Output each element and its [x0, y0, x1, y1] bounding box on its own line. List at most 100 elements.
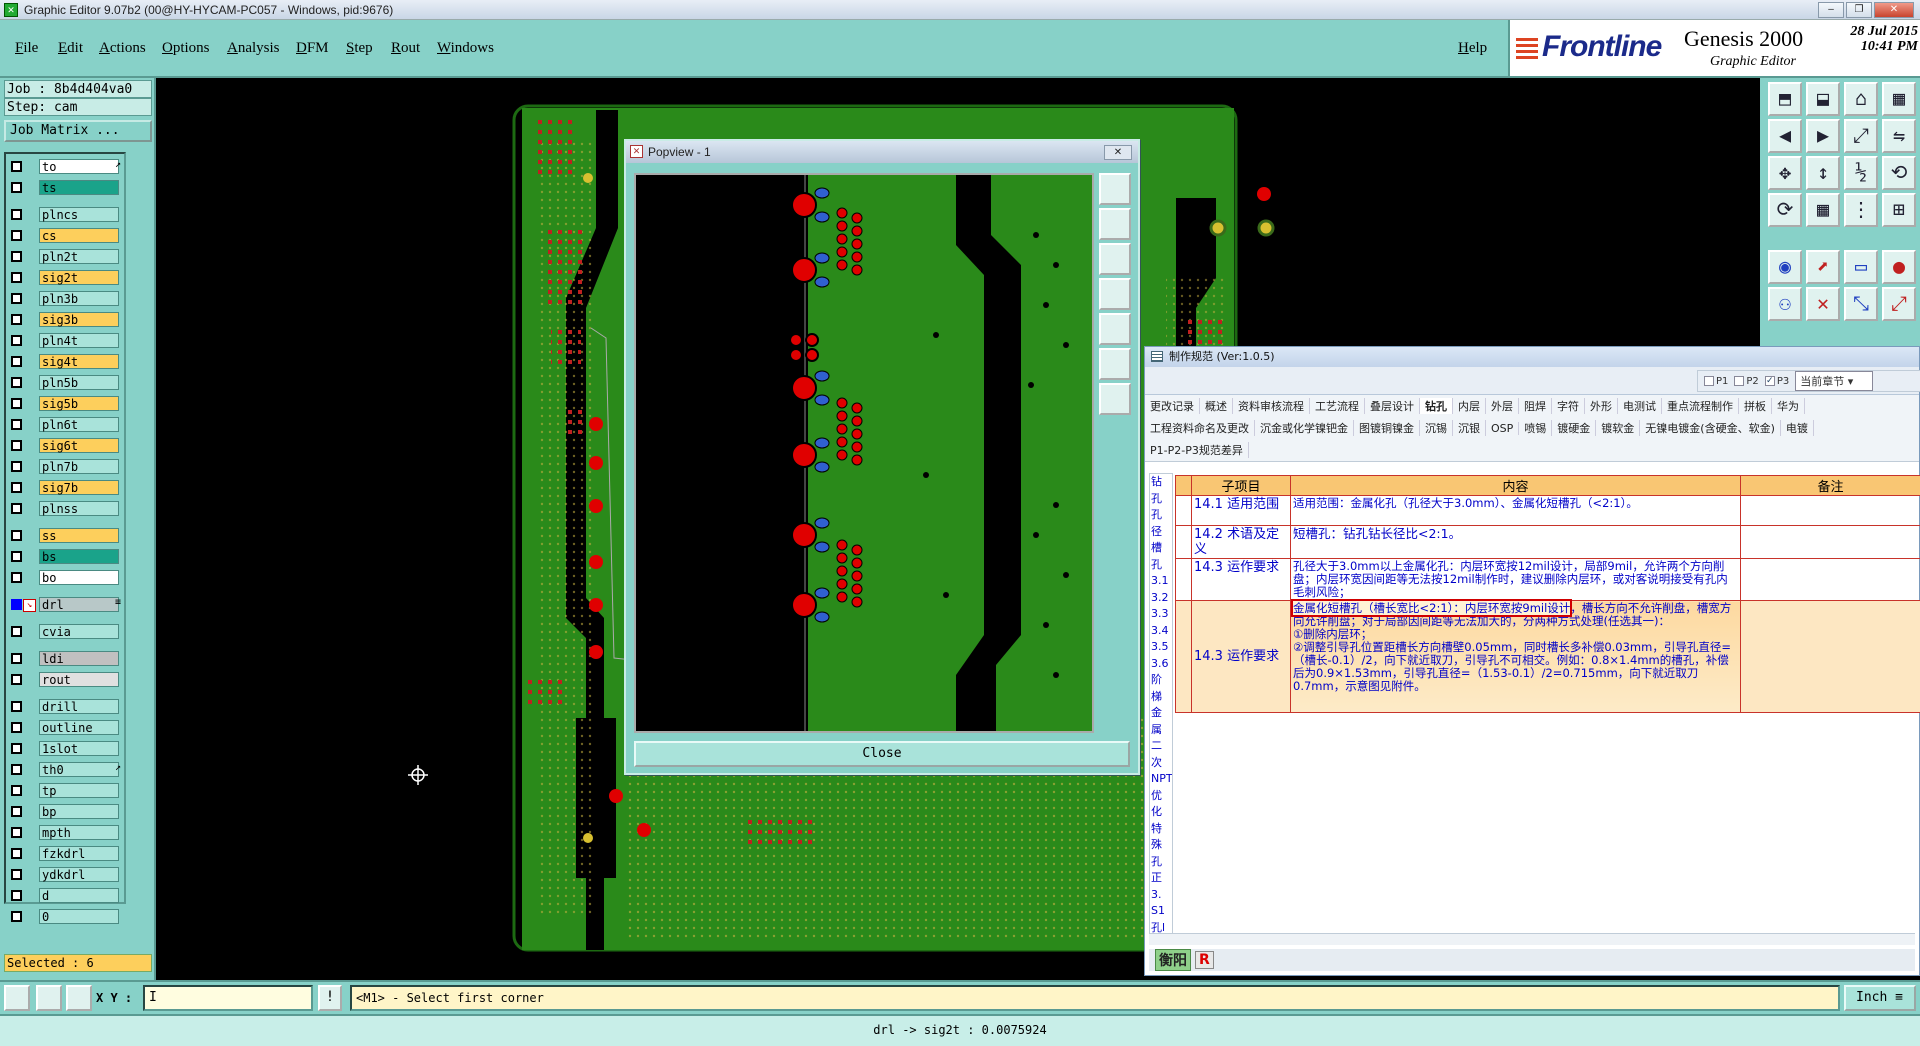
tab-tabs_row1-5[interactable]: 钻孔: [1420, 398, 1453, 414]
p1-checkbox[interactable]: [1704, 375, 1714, 386]
tab-tabs_row2-2[interactable]: 图镀铜镍金: [1354, 420, 1420, 436]
layer-checkbox[interactable]: [11, 251, 22, 262]
layer-row[interactable]: bo: [6, 567, 124, 588]
layer-row[interactable]: rout: [6, 669, 124, 690]
record-icon[interactable]: ●: [1882, 250, 1916, 284]
layer-name[interactable]: sig3b: [39, 312, 119, 327]
layer-name[interactable]: ldi: [39, 651, 119, 666]
chapter-list[interactable]: 钻孔孔径槽孔3.13.23.33.43.53.6阶梯金属二次NPTH优化特殊孔正…: [1149, 473, 1173, 943]
layer-name[interactable]: sig2t: [39, 270, 119, 285]
pan-right-icon[interactable]: [1099, 313, 1131, 345]
layer-name[interactable]: pln3b: [39, 291, 119, 306]
chapter-item[interactable]: 优化: [1151, 788, 1172, 821]
chapter-item[interactable]: 3.: [1151, 887, 1172, 904]
layer-checkbox[interactable]: [11, 572, 22, 583]
layer-row[interactable]: sig4t: [6, 351, 124, 372]
layer-checkbox[interactable]: [11, 701, 22, 712]
zoom-home-icon[interactable]: [1099, 173, 1131, 205]
chapter-item[interactable]: 正: [1151, 870, 1172, 887]
layer-checkbox[interactable]: [11, 182, 22, 193]
tab-tabs_row2-10[interactable]: 电镀: [1781, 420, 1814, 436]
layer-checkbox[interactable]: [11, 551, 22, 562]
table-horizontal-scrollbar[interactable]: [1149, 933, 1915, 945]
chapter-item[interactable]: 3.2: [1151, 590, 1172, 607]
layer-checkbox[interactable]: [11, 722, 22, 733]
layer-checkbox[interactable]: [11, 599, 22, 610]
layer-row[interactable]: ts: [6, 177, 124, 198]
ratio-icon[interactable]: ½: [1844, 156, 1878, 190]
table-row[interactable]: 14.2 术语及定义 短槽孔：钻孔钻长径比<2:1。: [1175, 525, 1920, 559]
job-matrix-button[interactable]: Job Matrix ...: [4, 120, 152, 142]
menu-windows[interactable]: Windows: [437, 40, 494, 57]
layer-row[interactable]: d: [6, 885, 124, 906]
tab-tabs_row1-12[interactable]: 重点流程制作: [1662, 398, 1739, 414]
tab-tabs_row1-11[interactable]: 电测试: [1618, 398, 1662, 414]
snapshot-icon[interactable]: ▦: [1882, 82, 1916, 116]
layer-row[interactable]: plnss: [6, 498, 124, 519]
tab-tabs_row1-4[interactable]: 叠层设计: [1365, 398, 1420, 414]
layer-checkbox[interactable]: [11, 827, 22, 838]
layer-row[interactable]: cs: [6, 225, 124, 246]
tab-tabs_row2-4[interactable]: 沉银: [1453, 420, 1486, 436]
tab-tabs_row1-10[interactable]: 外形: [1585, 398, 1618, 414]
chapter-item[interactable]: 金属: [1151, 705, 1172, 738]
zoom-in-icon[interactable]: [1099, 208, 1131, 240]
filter-p2[interactable]: P2: [1734, 375, 1759, 387]
tab-tabs_row2-0[interactable]: 工程资料命名及更改: [1145, 420, 1255, 436]
layer-name[interactable]: bs: [39, 549, 119, 564]
open-icon[interactable]: ⬒: [1768, 82, 1802, 116]
layer-checkbox[interactable]: [11, 398, 22, 409]
layer-row[interactable]: pln5b: [6, 372, 124, 393]
layer-checkbox[interactable]: [11, 419, 22, 430]
save-icon[interactable]: ⬓: [1806, 82, 1840, 116]
tab-tabs_row2-3[interactable]: 沉锡: [1420, 420, 1453, 436]
layer-row[interactable]: fzkdrl: [6, 843, 124, 864]
tab-tabs_row1-3[interactable]: 工艺流程: [1310, 398, 1365, 414]
chapter-item[interactable]: 3.1: [1151, 573, 1172, 590]
layer-row[interactable]: ldi: [6, 648, 124, 669]
ruler-icon[interactable]: ▭: [1844, 250, 1878, 284]
layer-row[interactable]: sig5b: [6, 393, 124, 414]
home-icon[interactable]: ⌂: [1844, 82, 1878, 116]
popview-titlebar[interactable]: ✕ Popview - 1 ✕: [626, 141, 1138, 163]
tab-tabs_row1-9[interactable]: 字符: [1552, 398, 1585, 414]
layer-checkbox[interactable]: [11, 806, 22, 817]
layer-row[interactable]: pln4t: [6, 330, 124, 351]
layer-name[interactable]: drl: [39, 597, 119, 612]
connect-icon[interactable]: ⤡: [1844, 287, 1878, 321]
chapter-item[interactable]: 特殊: [1151, 821, 1172, 854]
chapter-item[interactable]: NPTH: [1151, 771, 1172, 788]
tab-tabs_row2-7[interactable]: 镀硬金: [1552, 420, 1597, 436]
route-icon[interactable]: ⚇: [1768, 287, 1802, 321]
redo-view-icon[interactable]: ▶: [1806, 119, 1840, 153]
layer-name[interactable]: sig5b: [39, 396, 119, 411]
layer-name[interactable]: plncs: [39, 207, 119, 222]
layer-checkbox[interactable]: [11, 482, 22, 493]
layer-row[interactable]: bs: [6, 546, 124, 567]
layer-name[interactable]: fzkdrl: [39, 846, 119, 861]
menu-help[interactable]: Help: [1458, 40, 1487, 57]
layer-row[interactable]: ↘ drl ≡: [6, 594, 124, 615]
layer-checkbox[interactable]: [11, 440, 22, 451]
tab-tabs_row1-0[interactable]: 更改记录: [1145, 398, 1200, 414]
menu-dfm[interactable]: DFM: [296, 40, 329, 57]
r-tag[interactable]: R: [1195, 951, 1214, 969]
menu-actions[interactable]: Actions: [99, 40, 146, 57]
draw-icon[interactable]: ⬈: [1806, 250, 1840, 284]
pan-icon[interactable]: ⟲: [1882, 156, 1916, 190]
layer-list-scrollbar[interactable]: [128, 152, 152, 904]
layer-name[interactable]: bp: [39, 804, 119, 819]
layer-row[interactable]: pln7b: [6, 456, 124, 477]
site-tag[interactable]: 衡阳: [1155, 949, 1191, 971]
measure-icon[interactable]: ⋮: [1844, 193, 1878, 227]
layer-checkbox[interactable]: [11, 335, 22, 346]
p3-checkbox[interactable]: ✓: [1764, 375, 1775, 386]
layer-name[interactable]: 0: [39, 909, 119, 924]
xy-input[interactable]: I: [143, 985, 313, 1011]
pan-left-icon[interactable]: [1099, 278, 1131, 310]
chapter-item[interactable]: S1: [1151, 903, 1172, 920]
filter-p1[interactable]: P1: [1704, 375, 1728, 387]
filter-icon[interactable]: ⟳: [1768, 193, 1802, 227]
layer-name[interactable]: sig6t: [39, 438, 119, 453]
layer-name[interactable]: cvia: [39, 624, 119, 639]
